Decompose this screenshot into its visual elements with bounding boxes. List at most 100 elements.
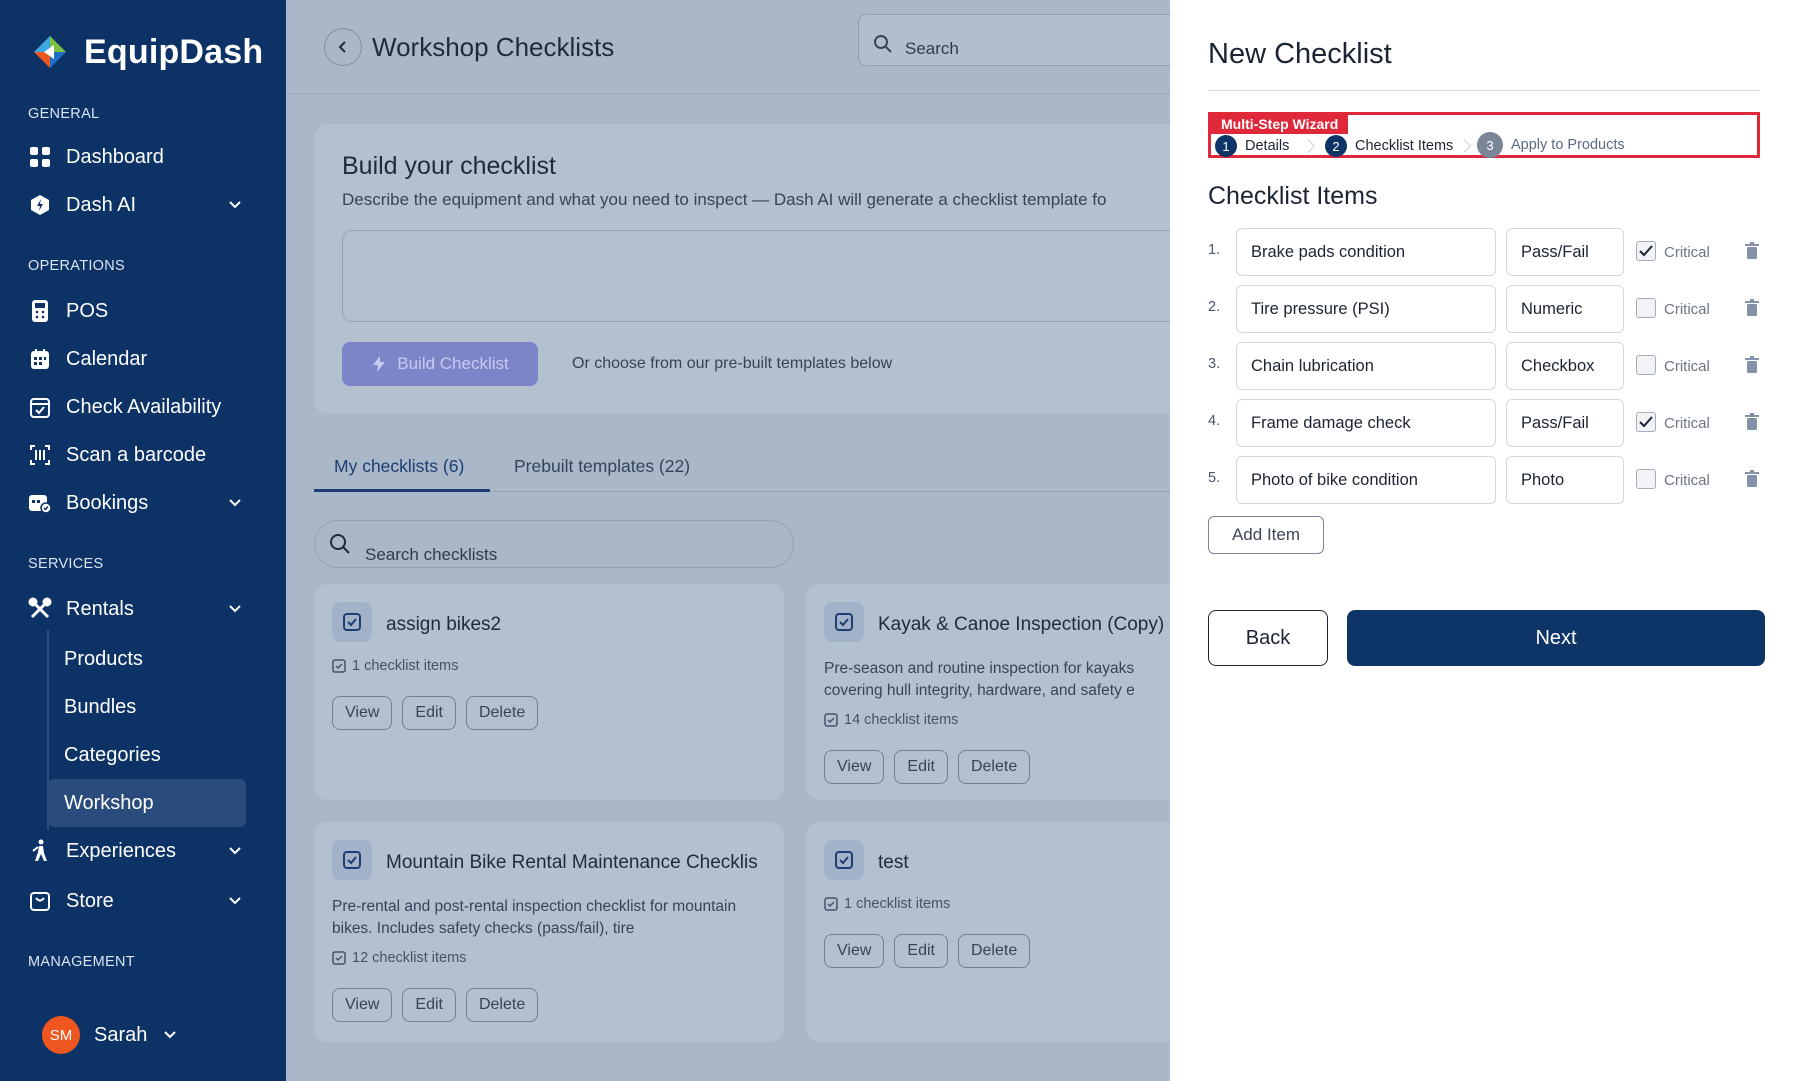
chevron-down-icon[interactable] <box>226 892 244 910</box>
item-number: 4. <box>1208 413 1221 429</box>
edit-button[interactable]: Edit <box>894 750 948 784</box>
critical-label: Critical <box>1664 415 1710 432</box>
item-type-select[interactable]: Checkbox <box>1506 342 1624 390</box>
back-button[interactable] <box>324 28 362 66</box>
card-count: 14 checklist items <box>824 712 958 728</box>
build-prompt-textarea[interactable] <box>342 230 1202 322</box>
lightning-icon <box>373 356 386 372</box>
view-button[interactable]: View <box>332 696 393 730</box>
sidebar-item-workshop[interactable]: Workshop <box>48 779 246 827</box>
nav-rentals-label: Rentals <box>66 597 134 620</box>
trash-icon[interactable] <box>1744 242 1760 260</box>
chevron-down-icon[interactable] <box>226 494 244 512</box>
chevron-down-icon[interactable] <box>226 600 244 618</box>
view-button[interactable]: View <box>824 934 885 968</box>
drawer-title: New Checklist <box>1208 38 1392 70</box>
delete-button[interactable]: Delete <box>957 750 1031 784</box>
nav-scan-barcode[interactable]: Scan a barcode <box>28 434 258 476</box>
nav-store[interactable]: Store <box>28 880 258 922</box>
card-title: Kayak & Canoe Inspection (Copy) <box>878 614 1165 635</box>
nav-rentals[interactable]: Rentals <box>28 588 258 630</box>
card-actions: View Edit Delete <box>824 934 1031 968</box>
delete-button[interactable]: Delete <box>465 696 539 730</box>
item-name-field[interactable]: Brake pads condition <box>1236 228 1496 276</box>
chevron-down-icon[interactable] <box>226 842 244 860</box>
step-number: 3 <box>1477 132 1503 158</box>
nav-calendar[interactable]: Calendar <box>28 338 258 380</box>
chevron-right-icon <box>1456 138 1472 154</box>
item-name-field[interactable]: Chain lubrication <box>1236 342 1496 390</box>
critical-checkbox[interactable] <box>1636 412 1656 432</box>
next-button[interactable]: Next <box>1347 610 1765 666</box>
step-number: 1 <box>1215 135 1237 157</box>
critical-checkbox[interactable] <box>1636 241 1656 261</box>
checklist-search-placeholder: Search checklists <box>365 545 498 564</box>
chevron-right-icon <box>1300 138 1316 154</box>
edit-button[interactable]: Edit <box>402 988 456 1022</box>
item-name-field[interactable]: Photo of bike condition <box>1236 456 1496 504</box>
card-count: 12 checklist items <box>332 950 466 966</box>
checklist-icon <box>824 840 864 880</box>
item-type-select[interactable]: Pass/Fail <box>1506 399 1624 447</box>
pos-terminal-icon <box>28 299 52 323</box>
back-button[interactable]: Back <box>1208 610 1328 666</box>
checklist-item-row: 3. Chain lubrication Checkbox Critical <box>1208 342 1768 390</box>
delete-button[interactable]: Delete <box>957 934 1031 968</box>
trash-icon[interactable] <box>1744 356 1760 374</box>
store-bag-icon <box>28 889 52 913</box>
critical-checkbox[interactable] <box>1636 355 1656 375</box>
step-number: 2 <box>1325 135 1347 157</box>
brand[interactable]: EquipDash <box>28 30 263 74</box>
sidebar-item-bundles[interactable]: Bundles <box>48 683 246 731</box>
prebuilt-hint: Or choose from our pre-built templates b… <box>572 355 893 372</box>
item-name-field[interactable]: Tire pressure (PSI) <box>1236 285 1496 333</box>
nav-dash-ai[interactable]: Dash AI <box>28 184 258 226</box>
sidebar-item-products[interactable]: Products <box>48 635 246 683</box>
section-services: SERVICES <box>28 556 104 572</box>
delete-button[interactable]: Delete <box>465 988 539 1022</box>
search-input[interactable]: Search <box>858 14 1188 66</box>
nav-experiences-label: Experiences <box>66 839 177 862</box>
nav-bookings[interactable]: Bookings <box>28 482 258 524</box>
wizard-step-apply-to-products[interactable]: 3 Apply to Products <box>1477 132 1625 158</box>
add-item-button[interactable]: Add Item <box>1208 516 1324 554</box>
topbar: Workshop Checklists Search <box>286 0 1188 94</box>
chevron-down-icon[interactable] <box>226 196 244 214</box>
item-type-select[interactable]: Numeric <box>1506 285 1624 333</box>
nav-pos[interactable]: POS <box>28 290 258 332</box>
trash-icon[interactable] <box>1744 470 1760 488</box>
item-name-field[interactable]: Frame damage check <box>1236 399 1496 447</box>
sidebar-item-categories[interactable]: Categories <box>48 731 246 779</box>
nav-bookings-label: Bookings <box>66 491 149 514</box>
step-label: Details <box>1245 138 1290 154</box>
item-number: 3. <box>1208 356 1221 372</box>
user-menu[interactable]: SM Sarah <box>42 1016 179 1054</box>
item-type-select[interactable]: Pass/Fail <box>1506 228 1624 276</box>
nav-experiences[interactable]: Experiences <box>28 830 258 872</box>
checklist-card: Kayak & Canoe Inspection (Copy) Pre-seas… <box>806 584 1226 800</box>
view-button[interactable]: View <box>824 750 885 784</box>
wizard-step-checklist-items[interactable]: 2 Checklist Items <box>1325 135 1453 157</box>
critical-checkbox[interactable] <box>1636 469 1656 489</box>
nav-check-availability[interactable]: Check Availability <box>28 386 258 428</box>
view-button[interactable]: View <box>332 988 393 1022</box>
nav-dashboard[interactable]: Dashboard <box>28 136 258 178</box>
checklist-card: Mountain Bike Rental Maintenance Checkli… <box>314 822 784 1042</box>
checklist-icon <box>824 602 864 642</box>
item-type-select[interactable]: Photo <box>1506 456 1624 504</box>
build-checklist-button[interactable]: Build Checklist <box>342 342 538 386</box>
critical-checkbox[interactable] <box>1636 298 1656 318</box>
item-number: 5. <box>1208 470 1221 486</box>
chevron-down-icon[interactable] <box>161 1026 179 1044</box>
trash-icon[interactable] <box>1744 413 1760 431</box>
build-checklist-card: Build your checklist Describe the equipm… <box>314 124 1202 414</box>
trash-icon[interactable] <box>1744 299 1760 317</box>
edit-button[interactable]: Edit <box>402 696 456 730</box>
tab-prebuilt-templates[interactable]: Prebuilt templates (22) <box>514 456 690 477</box>
tab-my-checklists[interactable]: My checklists (6) <box>334 456 464 477</box>
card-description: Pre-rental and post-rental inspection ch… <box>332 898 737 937</box>
edit-button[interactable]: Edit <box>894 934 948 968</box>
checklist-search-input[interactable]: Search checklists <box>314 520 794 568</box>
wizard-step-details[interactable]: 1 Details <box>1215 135 1289 157</box>
checklist-card: assign bikes2 1 checklist items View Edi… <box>314 584 784 800</box>
